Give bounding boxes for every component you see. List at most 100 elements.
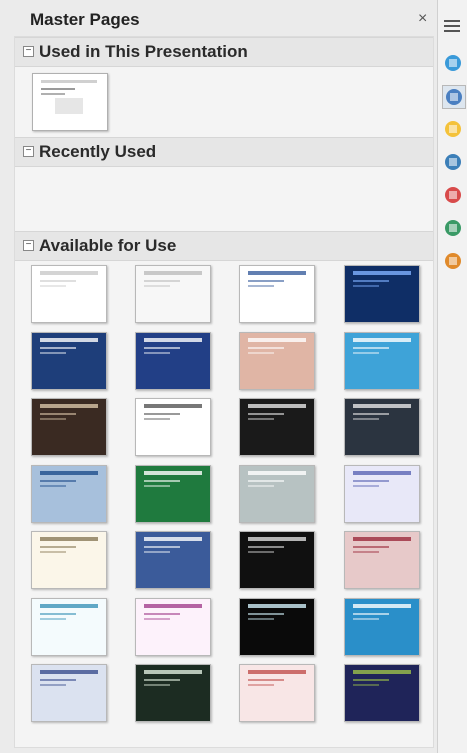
master-body-placeholder (353, 351, 379, 354)
master-body-placeholder (248, 684, 274, 686)
master-body-placeholder (40, 679, 76, 681)
section-available-header[interactable]: − Available for Use (15, 231, 433, 261)
master-thumbnail-lavender-glow[interactable] (344, 464, 420, 523)
master-body-placeholder (248, 285, 274, 287)
master-body-placeholder (353, 413, 389, 415)
master-body-placeholder (144, 612, 180, 615)
star-icon[interactable] (442, 118, 466, 142)
master-title-placeholder (353, 404, 411, 408)
master-body-placeholder (248, 280, 284, 282)
master-title-placeholder (248, 271, 306, 275)
master-body-placeholder (144, 285, 170, 287)
master-thumbnail-brown-dark[interactable] (31, 398, 107, 456)
master-thumbnail-rose-diagonal[interactable] (344, 531, 420, 589)
master-thumbnail-black-cyan-frame[interactable] (239, 597, 315, 656)
master-thumbnail-dark-slate[interactable] (344, 398, 420, 456)
master-thumbnail-red-stripes[interactable] (239, 664, 315, 722)
master-pages-scroll-area[interactable]: − Used in This Presentation − Recently U… (14, 36, 434, 748)
master-body-placeholder (248, 679, 284, 681)
panel-title: Master Pages (30, 10, 140, 29)
master-title-placeholder (144, 470, 202, 475)
master-thumbnail-blue-sky-bar[interactable] (31, 464, 107, 523)
master-thumbnail-peach-gradient[interactable] (239, 331, 315, 390)
slide-transition-icon[interactable] (442, 151, 466, 175)
collapse-used-toggle[interactable]: − (23, 46, 34, 57)
master-thumbnail-aqua-lines[interactable] (31, 597, 107, 656)
master-title-placeholder (353, 537, 411, 541)
master-thumbnail-leafy-dark[interactable] (135, 664, 211, 722)
master-thumbnail-pink-sparkle[interactable] (135, 597, 211, 656)
close-panel-button[interactable]: × (418, 10, 427, 28)
master-thumbnail-black-swirl[interactable] (239, 398, 315, 456)
master-body-placeholder (353, 484, 379, 487)
master-body-placeholder (353, 280, 389, 282)
master-body-placeholder (248, 418, 274, 420)
master-title-placeholder (248, 470, 306, 475)
master-thumbnail-ocean-waves[interactable] (344, 597, 420, 656)
section-used-header[interactable]: − Used in This Presentation (15, 37, 433, 67)
master-title-placeholder (40, 404, 98, 408)
section-recent-header[interactable]: − Recently Used (15, 137, 433, 167)
master-body-placeholder (40, 280, 76, 282)
master-title-placeholder (40, 603, 98, 608)
master-body-placeholder (40, 546, 76, 548)
used-master-thumbnail[interactable] (32, 73, 108, 131)
navigator-icon[interactable] (442, 250, 466, 274)
master-title-placeholder (144, 603, 202, 608)
master-title-placeholder (248, 670, 306, 674)
master-thumbnail-white-blue-frame[interactable] (239, 265, 315, 323)
master-body-placeholder (248, 484, 274, 487)
master-body-placeholder (144, 413, 180, 415)
master-body-placeholder (353, 479, 389, 482)
section-used-label: Used in This Presentation (39, 42, 248, 61)
gallery-icon[interactable] (442, 217, 466, 241)
master-body-placeholder (353, 346, 389, 349)
master-thumbnail-black-lace[interactable] (239, 531, 315, 589)
collapse-available-toggle[interactable]: − (23, 240, 34, 251)
master-body-placeholder (144, 551, 170, 553)
properties-icon[interactable] (442, 52, 466, 76)
master-body-placeholder (248, 346, 284, 349)
master-body-placeholder (40, 617, 66, 620)
master-body-placeholder (40, 351, 66, 354)
master-body-placeholder (248, 617, 274, 620)
master-thumbnail-plain-white[interactable] (31, 265, 107, 323)
master-title-placeholder (353, 470, 411, 475)
master-body-placeholder (353, 617, 379, 620)
master-body-placeholder (40, 484, 66, 487)
master-thumbnail-white-swirl[interactable] (135, 265, 211, 323)
master-body-placeholder (248, 479, 284, 482)
master-thumbnail-floral-border-white[interactable] (135, 398, 211, 456)
master-thumbnail-midnight-navy[interactable] (344, 664, 420, 722)
deck-tab-bar (440, 0, 467, 753)
master-thumbnail-blue-gradient[interactable] (31, 331, 107, 390)
master-thumbnail-sky-wave[interactable] (344, 331, 420, 390)
master-body-placeholder (40, 684, 66, 686)
master-title-placeholder (248, 537, 306, 541)
master-thumbnail-cream-lined[interactable] (31, 531, 107, 589)
master-title-placeholder (248, 603, 306, 608)
master-thumbnail-green-fade[interactable] (135, 464, 211, 523)
master-body-placeholder (144, 546, 180, 548)
master-body-placeholder (248, 546, 284, 548)
master-body-placeholder (144, 280, 180, 282)
master-body-placeholder (40, 479, 76, 482)
master-title-placeholder (353, 337, 411, 342)
hamburger-icon[interactable] (444, 18, 462, 39)
master-pages-icon[interactable] (442, 85, 466, 109)
master-body-placeholder (353, 551, 379, 553)
master-title-placeholder (248, 337, 306, 342)
master-body-placeholder (144, 346, 180, 349)
master-title-placeholder (40, 470, 98, 475)
master-thumbnail-navy-dark[interactable] (135, 331, 211, 390)
master-thumbnail-blue-texture[interactable] (135, 531, 211, 589)
master-thumbnail-dark-blue-glow[interactable] (344, 265, 420, 323)
master-thumbnail-pale-blue-frame[interactable] (31, 664, 107, 722)
collapse-recent-toggle[interactable]: − (23, 146, 34, 157)
master-body-placeholder (353, 612, 389, 615)
master-thumbnail-grey-tiles[interactable] (239, 464, 315, 523)
animation-icon[interactable] (442, 184, 466, 208)
master-title-placeholder (40, 537, 98, 541)
master-body-placeholder (40, 285, 66, 287)
master-title-placeholder (144, 404, 202, 408)
